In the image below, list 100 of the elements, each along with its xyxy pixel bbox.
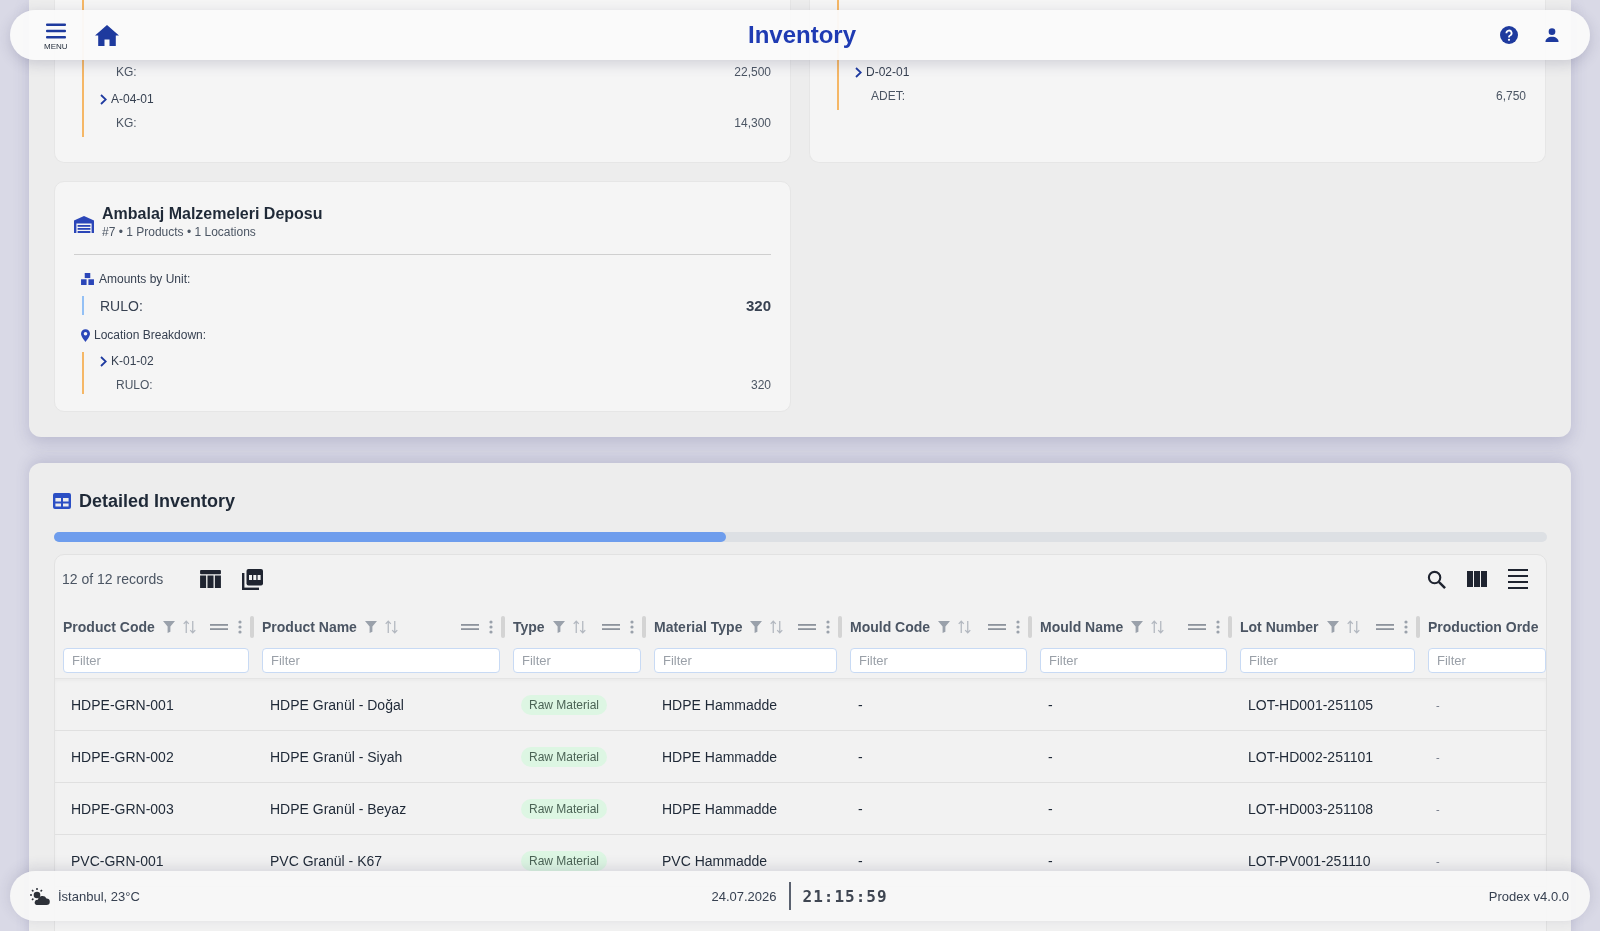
filter-field[interactable]: Filter xyxy=(1240,648,1415,673)
grip-lines-icon[interactable] xyxy=(461,624,479,630)
more-icon[interactable] xyxy=(1404,620,1408,634)
unit-label: RULO: xyxy=(100,297,143,314)
chevron-right-icon xyxy=(100,93,107,105)
date-text: 24.07.2026 xyxy=(711,888,777,904)
material-type: PVC Hammadde xyxy=(662,852,768,869)
filter-field[interactable]: Filter xyxy=(63,648,249,673)
mould-code: - xyxy=(858,800,863,817)
sort-arrows-icon[interactable] xyxy=(182,620,196,634)
filter-icon[interactable] xyxy=(552,621,565,633)
unit-amount: 320 xyxy=(745,297,771,314)
sort-arrows-icon[interactable] xyxy=(770,620,784,634)
column-header[interactable]: Type xyxy=(513,619,545,635)
product-name: PVC Granül - K67 xyxy=(270,852,383,869)
grip-lines-icon[interactable] xyxy=(988,624,1006,630)
product-name: HDPE Granül - Beyaz xyxy=(270,800,407,817)
warehouse-meta: #7 • 1 Products • 1 Locations xyxy=(102,224,257,241)
grip-lines-icon[interactable] xyxy=(210,624,228,630)
columns-icon[interactable] xyxy=(1467,571,1487,587)
filter-field[interactable]: Filter xyxy=(850,648,1027,673)
table-view-icon[interactable] xyxy=(200,570,222,588)
filter-icon[interactable] xyxy=(938,621,951,633)
filter-field[interactable]: Filter xyxy=(513,648,641,673)
home-icon[interactable] xyxy=(94,24,119,46)
grip-lines-icon[interactable] xyxy=(602,624,620,630)
more-icon[interactable] xyxy=(630,620,634,634)
search-icon[interactable] xyxy=(1427,569,1446,589)
version-text: Prodex v4.0.0 xyxy=(1488,888,1569,904)
help-icon[interactable] xyxy=(1500,26,1518,44)
column-header[interactable]: Material Type xyxy=(654,619,743,635)
warehouse-icon xyxy=(74,216,94,233)
sort-arrows-icon[interactable] xyxy=(1346,620,1360,634)
mould-name: - xyxy=(1048,696,1053,713)
column-header[interactable]: Product Name xyxy=(262,619,357,635)
filter-field[interactable]: Filter xyxy=(1040,648,1227,673)
material-type: HDPE Hammadde xyxy=(662,696,778,713)
product-name: HDPE Granül - Siyah xyxy=(270,748,403,765)
more-icon[interactable] xyxy=(238,620,242,634)
user-icon[interactable] xyxy=(1545,28,1559,42)
grip-lines-icon[interactable] xyxy=(1376,624,1394,630)
sort-arrows-icon[interactable] xyxy=(384,620,398,634)
filter-field[interactable]: Filter xyxy=(1428,648,1546,673)
amount-value: 22,500 xyxy=(734,65,771,79)
filter-field[interactable]: Filter xyxy=(262,648,500,673)
horizontal-lines-icon[interactable] xyxy=(1508,569,1528,589)
more-icon[interactable] xyxy=(1216,620,1220,634)
column-header[interactable]: Mould Name xyxy=(1040,619,1124,635)
filter-icon[interactable] xyxy=(1131,621,1144,633)
mould-name: - xyxy=(1048,852,1053,869)
column-header[interactable]: Production Orde xyxy=(1428,619,1539,635)
amount-unit: ADET: xyxy=(871,89,905,103)
amount-value: 6,750 xyxy=(1495,89,1526,103)
filter-icon[interactable] xyxy=(162,621,175,633)
location-code: K-01-02 xyxy=(111,354,154,368)
product-code: HDPE-GRN-001 xyxy=(71,696,174,713)
horizontal-scrollbar[interactable] xyxy=(54,532,1547,542)
sort-arrows-icon[interactable] xyxy=(572,620,586,634)
more-icon[interactable] xyxy=(1016,620,1020,634)
sort-arrows-icon[interactable] xyxy=(958,620,972,634)
lot-number: LOT-HD002-251101 xyxy=(1248,748,1374,765)
sort-arrows-icon[interactable] xyxy=(1151,620,1165,634)
mould-code: - xyxy=(858,852,863,869)
product-code: HDPE-GRN-002 xyxy=(71,748,174,765)
more-icon[interactable] xyxy=(826,620,830,634)
lot-number: LOT-HD003-251108 xyxy=(1248,800,1374,817)
production-order: - xyxy=(1436,802,1440,815)
column-header[interactable]: Product Code xyxy=(63,619,155,635)
material-type: HDPE Hammadde xyxy=(662,748,778,765)
mould-code: - xyxy=(858,696,863,713)
column-header[interactable]: Lot Number xyxy=(1240,619,1319,635)
grip-lines-icon[interactable] xyxy=(798,624,816,630)
filter-field[interactable]: Filter xyxy=(654,648,837,673)
document-stack-icon[interactable] xyxy=(242,568,264,590)
filter-icon[interactable] xyxy=(364,621,377,633)
section-label: Amounts by Unit: xyxy=(99,271,191,288)
mould-code: - xyxy=(858,748,863,765)
amount-unit: KG: xyxy=(116,116,137,130)
amount-value: 320 xyxy=(750,378,771,392)
lot-number: LOT-PV001-251110 xyxy=(1248,852,1371,869)
product-code: PVC-GRN-001 xyxy=(71,852,164,869)
scrollbar-thumb[interactable] xyxy=(54,532,726,542)
product-name: HDPE Granül - Doğal xyxy=(270,696,404,713)
amount-unit: KG: xyxy=(116,65,137,79)
menu-button[interactable]: MENU xyxy=(44,23,68,51)
mould-name: - xyxy=(1048,748,1053,765)
section-title: Detailed Inventory xyxy=(79,490,236,512)
type-tag: Raw Material xyxy=(521,694,608,715)
filter-icon[interactable] xyxy=(1326,621,1339,633)
filter-icon[interactable] xyxy=(750,621,763,633)
grip-lines-icon[interactable] xyxy=(1188,624,1206,630)
type-tag: Raw Material xyxy=(521,746,608,767)
chevron-right-icon xyxy=(100,355,107,367)
column-header[interactable]: Mould Code xyxy=(850,619,931,635)
weather-text: İstanbul, 23°C xyxy=(58,888,140,904)
product-code: HDPE-GRN-003 xyxy=(71,800,174,817)
more-icon[interactable] xyxy=(489,620,493,634)
clock-time: 21:15:59 xyxy=(802,886,888,906)
section-label: Location Breakdown: xyxy=(94,327,207,344)
type-tag: Raw Material xyxy=(521,798,608,819)
